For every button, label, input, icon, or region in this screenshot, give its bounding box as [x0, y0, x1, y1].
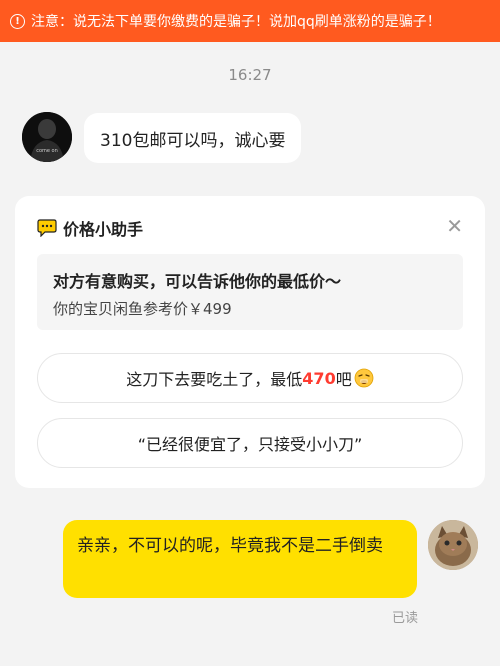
incoming-message-text: 310包邮可以吗，诚心要 [100, 130, 286, 151]
seller-avatar[interactable] [428, 520, 478, 570]
quick-reply-small-discount[interactable]: “已经很便宜了，只接受小小刀” [37, 418, 463, 468]
outgoing-message-text: 亲亲，不可以的呢，毕竟我不是二手倒卖 [77, 536, 383, 556]
quick-reply-lowest-price[interactable]: 这刀下去要吃土了，最低 470 吧 [37, 353, 463, 403]
price-helper-card: 价格小助手 ✕ 对方有意购买，可以告诉他你的最低价～ 你的宝贝闲鱼参考价￥499… [15, 196, 485, 488]
warning-circle-icon: ! [10, 13, 25, 29]
lowest-price-value: 470 [302, 368, 336, 388]
quick-reply-text: “已经很便宜了，只接受小小刀” [137, 435, 363, 454]
price-info-title: 对方有意购买，可以告诉他你的最低价～ [53, 272, 342, 291]
buyer-avatar[interactable]: come on [22, 112, 72, 162]
price-info-box: 对方有意购买，可以告诉他你的最低价～ 你的宝贝闲鱼参考价￥499 [37, 254, 463, 330]
read-receipt: 已读 [392, 611, 419, 626]
reference-price-text: 你的宝贝闲鱼参考价￥499 [53, 300, 232, 318]
incoming-message-bubble[interactable]: 310包邮可以吗，诚心要 [84, 113, 302, 163]
weary-face-emoji [354, 368, 374, 388]
close-icon[interactable]: ✕ [446, 214, 463, 238]
price-helper-header: 价格小助手 [37, 216, 143, 240]
quick-reply-prefix: 这刀下去要吃土了，最低 [126, 370, 303, 389]
avatar-shirt-text: come on [36, 148, 58, 154]
quick-reply-suffix: 吧 [335, 370, 352, 389]
warning-text: 注意：说无法下单要你缴费的是骗子！说加qq刷单涨粉的是骗子！ [31, 14, 441, 30]
chat-bubble-icon [37, 219, 57, 237]
warning-banner: ! 注意：说无法下单要你缴费的是骗子！说加qq刷单涨粉的是骗子！ [0, 0, 500, 42]
message-timestamp: 16:27 [228, 66, 272, 84]
price-helper-title: 价格小助手 [63, 220, 144, 239]
outgoing-message-bubble[interactable]: 亲亲，不可以的呢，毕竟我不是二手倒卖 [63, 520, 417, 598]
